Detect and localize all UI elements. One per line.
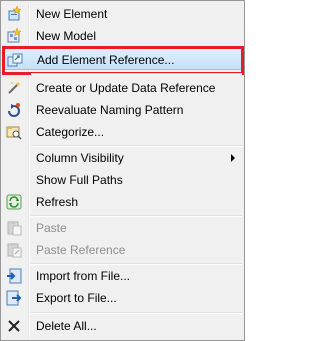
menu-item-label: Create or Update Data Reference: [36, 81, 216, 95]
menu-item-column-visibility[interactable]: Column Visibility: [3, 147, 242, 169]
menu-item-new-model[interactable]: New Model: [3, 25, 242, 47]
menu-item-categorize[interactable]: Categorize...: [3, 121, 242, 143]
menu-item-label: Delete All...: [36, 319, 97, 333]
export-icon: [6, 290, 22, 306]
magic-wand-icon: [6, 80, 22, 96]
menu-item-add-element-reference[interactable]: Add Element Reference...: [3, 48, 242, 70]
refresh-icon: [6, 194, 22, 210]
reevaluate-icon: [6, 102, 22, 118]
menu-item-reevaluate-naming-pattern[interactable]: Reevaluate Naming Pattern: [3, 99, 242, 121]
menu-item-label: Import from File...: [36, 269, 131, 283]
menu-item-label: New Element: [36, 7, 108, 21]
paste-icon: [6, 220, 22, 236]
menu-item-import-from-file[interactable]: Import from File...: [3, 265, 242, 287]
categorize-icon: [6, 124, 22, 140]
menu-item-delete-all[interactable]: Delete All...: [3, 315, 242, 337]
menu-item-label: Export to File...: [36, 291, 117, 305]
menu-item-label: Reevaluate Naming Pattern: [36, 103, 184, 117]
paste-reference-icon: [6, 242, 22, 258]
menu-item-show-full-paths[interactable]: Show Full Paths: [3, 169, 242, 191]
menu-item-label: Categorize...: [36, 125, 105, 139]
menu-item-label: Paste Reference: [36, 243, 126, 257]
menu-item-refresh[interactable]: Refresh: [3, 191, 242, 213]
context-menu: New Element New Model Add Element Refere…: [0, 0, 245, 341]
add-element-reference-icon: [7, 52, 23, 68]
menu-item-label: Refresh: [36, 195, 79, 209]
menu-item-label: Show Full Paths: [36, 173, 123, 187]
delete-icon: [6, 318, 22, 334]
menu-item-new-element[interactable]: New Element: [3, 3, 242, 25]
submenu-arrow-icon: [231, 154, 235, 162]
menu-item-paste[interactable]: Paste: [3, 217, 242, 239]
separator: [31, 312, 242, 314]
menu-item-export-to-file[interactable]: Export to File...: [3, 287, 242, 309]
new-element-icon: [6, 5, 22, 22]
menu-item-label: Column Visibility: [36, 151, 124, 165]
menu-item-label: New Model: [36, 29, 97, 43]
menu-item-create-update-data-reference[interactable]: Create or Update Data Reference: [3, 77, 242, 99]
menu-item-label: Add Element Reference...: [37, 53, 175, 67]
menu-item-paste-reference[interactable]: Paste Reference: [3, 239, 242, 261]
menu-item-label: Paste: [36, 221, 67, 235]
import-icon: [6, 268, 22, 284]
new-model-icon: [6, 27, 22, 44]
separator: [31, 73, 242, 75]
